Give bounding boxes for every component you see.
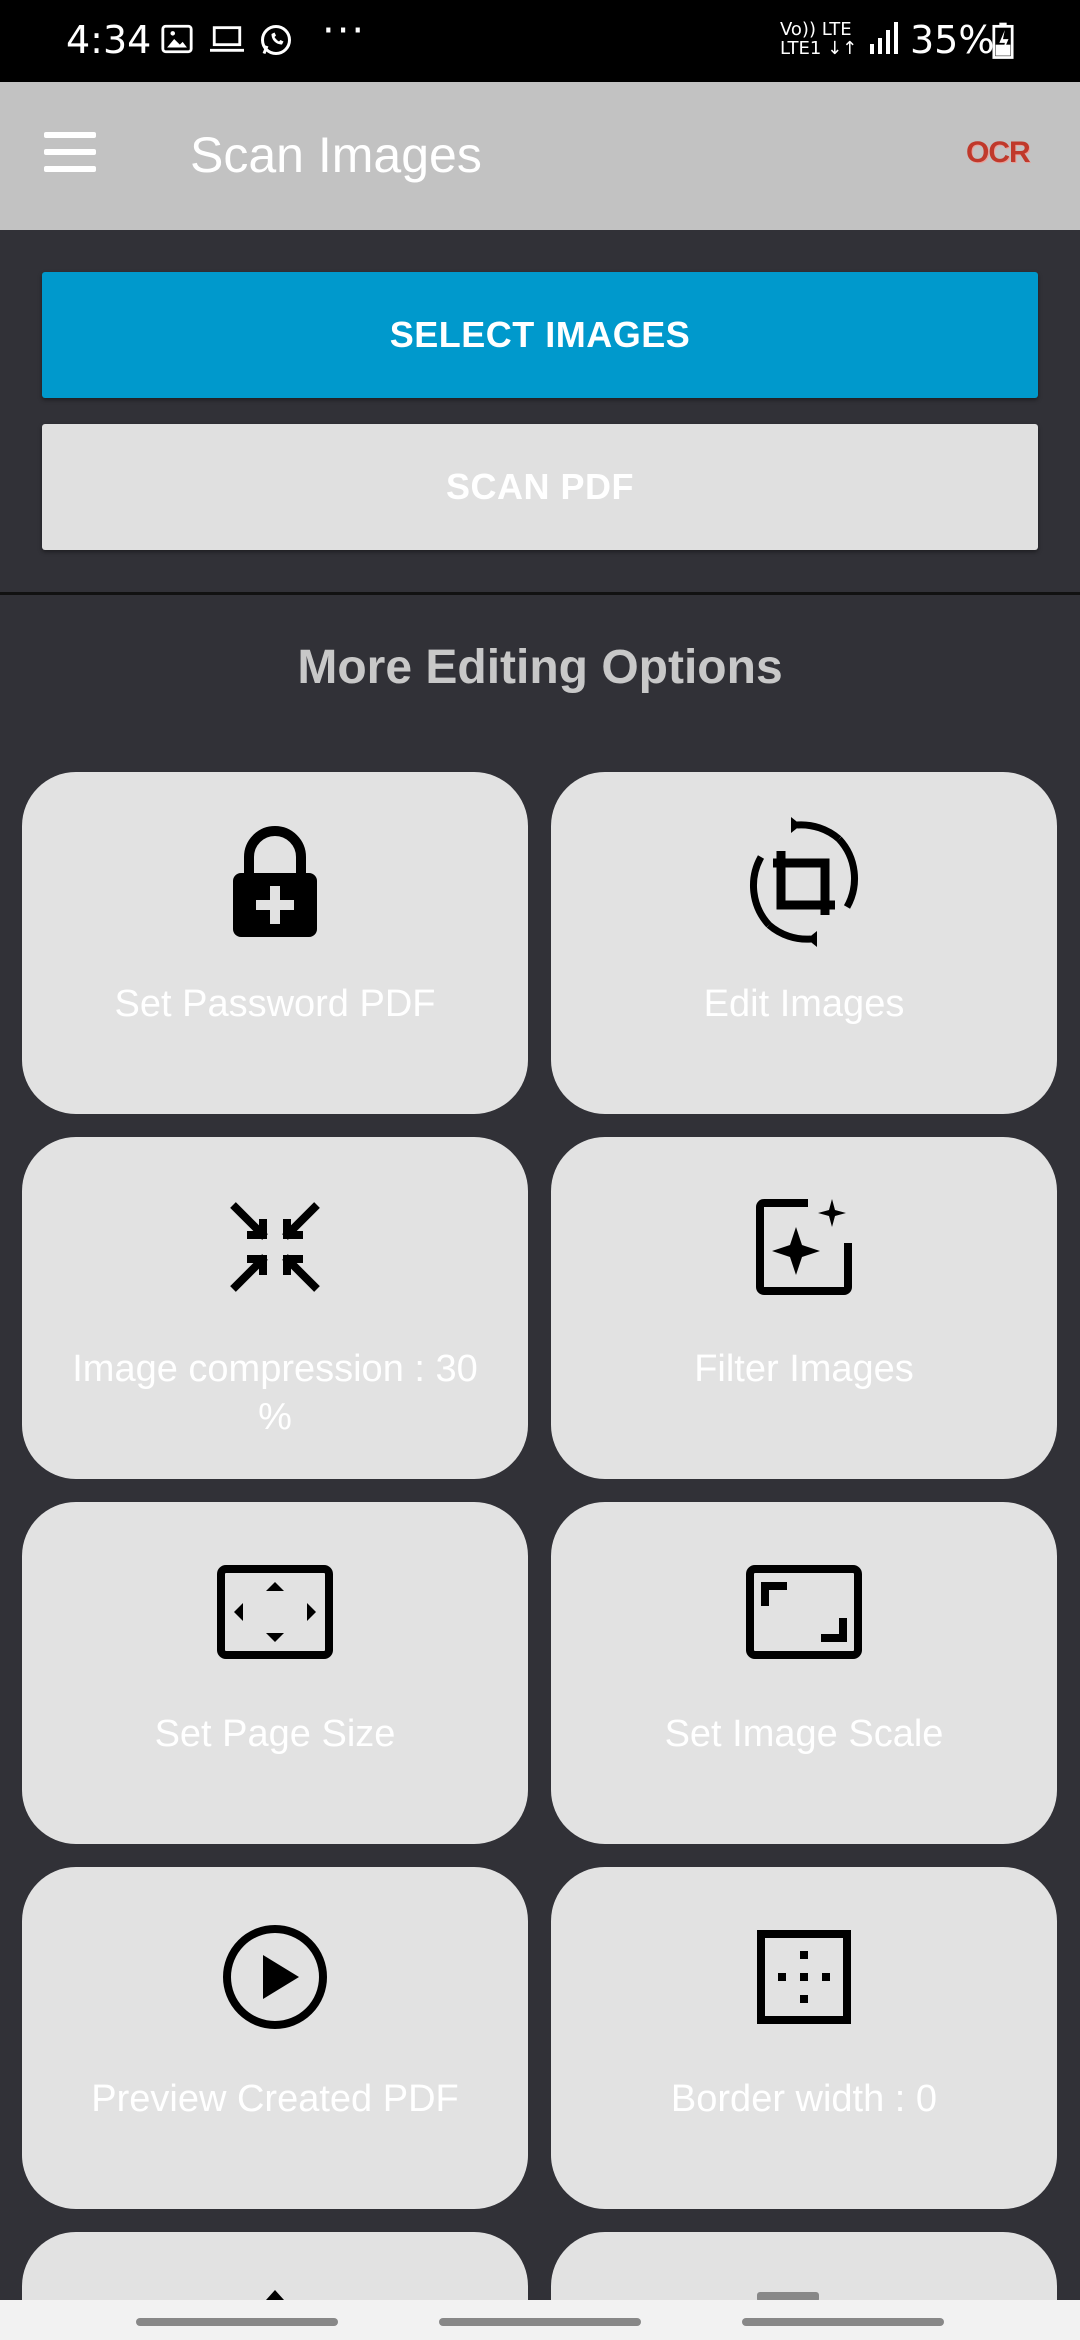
crop-rotate-icon — [551, 817, 1057, 947]
play-circle-icon — [22, 1915, 528, 2039]
card-label: Filter Images — [694, 1348, 914, 1390]
network-line-1: Vo)) LTE — [780, 19, 852, 40]
network-line-2: LTE1 ↓↑ — [780, 38, 858, 59]
app-bar: Scan Images OCR — [0, 82, 1080, 230]
card-set-password-pdf[interactable]: Set Password PDF — [22, 772, 528, 1114]
card-label: Image compression : 30 % — [72, 1348, 478, 1438]
border-dots-icon — [551, 1915, 1057, 2039]
card-label: Preview Created PDF — [91, 2078, 459, 2120]
card-preview-created-pdf[interactable]: Preview Created PDF — [22, 1867, 528, 2209]
divider — [0, 592, 1080, 595]
card-label: Border width : 0 — [670, 2078, 938, 2120]
card-border-width[interactable]: Border width : 0 — [551, 1867, 1057, 2209]
page-title: Scan Images — [190, 127, 482, 183]
partial-icon — [266, 2290, 284, 2300]
system-nav-bar — [0, 2300, 1080, 2340]
battery-charging-icon — [992, 22, 1014, 64]
select-images-button[interactable]: SELECT IMAGES — [42, 272, 1038, 398]
nav-back-pill[interactable] — [742, 2318, 944, 2326]
card-image-compression[interactable]: Image compression : 30 % — [22, 1137, 528, 1479]
card-label: Set Image Scale — [664, 1713, 944, 1755]
compress-arrows-icon — [22, 1185, 528, 1309]
card-filter-images[interactable]: Filter Images — [551, 1137, 1057, 1479]
card-set-page-size[interactable]: Set Page Size — [22, 1502, 528, 1844]
network-indicator: Vo)) LTE LTE1 ↓↑ — [780, 20, 857, 58]
nav-home-pill[interactable] — [439, 2318, 641, 2326]
aspect-ratio-icon — [551, 1550, 1057, 1674]
status-bar: 4:34 ··· Vo)) LTE LTE1 ↓↑ 35% — [0, 0, 1080, 82]
signal-icon — [868, 20, 900, 60]
section-title: More Editing Options — [297, 641, 783, 694]
card-label: Edit Images — [703, 983, 905, 1025]
lock-plus-icon — [22, 820, 528, 944]
laptop-icon — [208, 22, 246, 60]
screen: 4:34 ··· Vo)) LTE LTE1 ↓↑ 35% Scan Image… — [0, 0, 1080, 2340]
image-sparkle-icon — [551, 1185, 1057, 1309]
nav-recents-pill[interactable] — [136, 2318, 338, 2326]
hamburger-menu-icon[interactable] — [44, 132, 100, 180]
scan-pdf-button[interactable]: SCAN PDF — [42, 424, 1038, 550]
card-edit-images[interactable]: Edit Images — [551, 772, 1057, 1114]
ocr-button[interactable]: OCR — [966, 136, 1031, 170]
battery-percent: 35% — [910, 18, 995, 62]
gallery-icon — [160, 22, 194, 60]
status-time: 4:34 — [66, 18, 152, 62]
whatsapp-icon — [258, 22, 294, 62]
card-label: Set Password PDF — [114, 983, 436, 1025]
card-label: Set Page Size — [154, 1713, 396, 1755]
card-set-image-scale[interactable]: Set Image Scale — [551, 1502, 1057, 1844]
more-notifications-icon: ··· — [322, 8, 367, 54]
page-size-icon — [22, 1550, 528, 1674]
